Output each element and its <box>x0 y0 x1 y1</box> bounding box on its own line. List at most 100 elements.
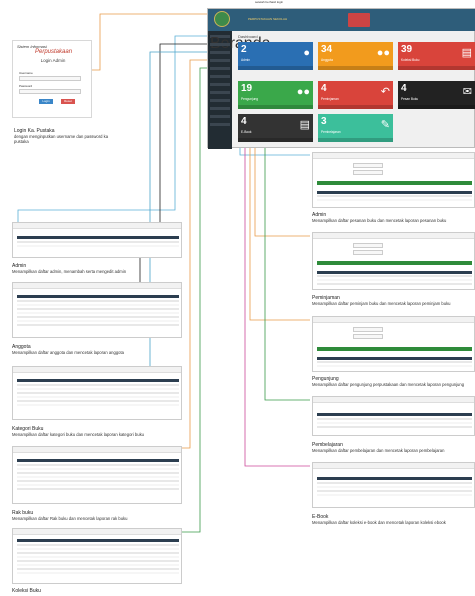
login-title: Login Admin <box>40 58 66 63</box>
table-row <box>17 384 179 386</box>
sidebar-item[interactable] <box>210 107 230 110</box>
tile-footer <box>238 138 313 142</box>
table-row <box>317 482 472 484</box>
sidebar-item[interactable] <box>210 59 230 62</box>
ebook-caption-desc: Menampilkan daftar koleksi e-book dan me… <box>312 520 446 525</box>
tile-label: Pembelajaran <box>321 130 341 134</box>
mail-icon: ✉ <box>462 86 472 98</box>
tile-label: Pesan Buku <box>401 97 419 101</box>
filter-field[interactable] <box>353 170 383 175</box>
tile-koleksi[interactable]: 39 Koleksi Buku ▤ <box>398 42 475 70</box>
sidebar-item[interactable] <box>210 91 230 94</box>
sidebar-item[interactable] <box>210 43 230 46</box>
sidebar-item[interactable] <box>210 51 230 54</box>
tile-peminjaman[interactable]: 4 Peminjaman ↶ <box>318 81 393 109</box>
peminjaman-caption-desc: Menampilkan daftar peminjam buku dan men… <box>312 301 451 306</box>
sidebar-item[interactable]: Beranda <box>210 35 271 52</box>
tile-value: 4 <box>321 83 327 94</box>
table-row <box>317 418 472 420</box>
table-row <box>317 486 472 488</box>
table-row <box>317 494 472 496</box>
report-title-bar <box>317 181 472 185</box>
panel-header <box>313 153 474 159</box>
table-row <box>17 552 179 554</box>
table-row <box>17 400 179 402</box>
reset-button[interactable]: Reset <box>61 99 75 104</box>
password-field[interactable] <box>19 89 81 94</box>
panel-header <box>13 283 181 289</box>
sidebar-item[interactable] <box>210 67 230 70</box>
filter-field[interactable] <box>353 243 383 248</box>
ebook-screenshot <box>312 462 475 508</box>
kategori-caption-desc: Menampilkan daftar kategori buku dan men… <box>12 432 144 437</box>
login-caption-desc: dengan menginputkan username dan passwor… <box>14 134 109 144</box>
panel-header <box>313 397 474 403</box>
dashboard-topbar: PERPUSTAKAAN SEKOLAH <box>208 9 475 31</box>
anggota-caption-desc: Menampilkan daftar anggota dan mencetak … <box>12 350 124 355</box>
login-brand: Sistem Informasi Perpustakaan <box>17 44 89 58</box>
tile-admin[interactable]: 2 Admin ● <box>238 42 313 70</box>
table-header <box>17 459 179 462</box>
tile-ebook[interactable]: 4 E-Book ▤ <box>238 114 313 142</box>
filter-field[interactable] <box>353 334 383 339</box>
table-header <box>317 271 472 274</box>
table-row <box>17 392 179 394</box>
tile-label: Koleksi Buku <box>401 58 420 62</box>
table-row <box>17 245 179 247</box>
tile-anggota[interactable]: 34 Anggota ●● <box>318 42 393 70</box>
filter-field[interactable] <box>353 250 383 255</box>
table-row <box>317 426 472 428</box>
username-field[interactable] <box>19 76 81 81</box>
reply-icon: ↶ <box>380 86 390 98</box>
panel-header <box>313 233 474 239</box>
table-row <box>317 195 472 197</box>
tile-pengunjung[interactable]: 19 Pengunjung ●● <box>238 81 313 109</box>
filter-field[interactable] <box>353 327 383 332</box>
rak-caption-desc: Menampilkan daftar Rak buku dan mencetak… <box>12 516 128 521</box>
report-title-bar <box>317 347 472 351</box>
table-row <box>17 488 179 490</box>
table-row <box>17 464 179 466</box>
pengunjung-screenshot <box>312 316 475 372</box>
group-icon: ●● <box>296 86 310 98</box>
sidebar-item[interactable] <box>210 83 230 86</box>
tile-label: E-Book <box>241 130 252 134</box>
table-row <box>17 388 179 390</box>
table-row <box>17 476 179 478</box>
table-row <box>317 361 472 363</box>
table-row <box>17 320 179 322</box>
app-title: PERPUSTAKAAN SEKOLAH <box>248 17 288 21</box>
tile-pesan[interactable]: 4 Pesan Buku ✉ <box>398 81 475 109</box>
admin-caption-desc: Menampilkan daftar admin, menambah serta… <box>12 269 127 274</box>
tile-value: 19 <box>241 83 253 94</box>
table-row <box>17 396 179 398</box>
tile-pembelajaran[interactable]: 3 Pembelajaran ✎ <box>318 114 393 142</box>
table-header <box>17 236 179 239</box>
table-row <box>17 308 179 310</box>
koleksi-screenshot <box>12 528 182 584</box>
table-row <box>17 556 179 558</box>
sidebar-item[interactable] <box>210 123 230 126</box>
table-row <box>317 283 472 285</box>
tile-label: Admin <box>241 58 251 62</box>
table-header <box>317 357 472 360</box>
table-header <box>317 477 472 480</box>
pesanan-caption-desc: Menampilkan daftar pesanan buku dan menc… <box>312 218 447 223</box>
sidebar-item[interactable] <box>210 75 230 78</box>
pencil-icon: ✎ <box>380 119 390 131</box>
sidebar-item[interactable] <box>210 99 230 102</box>
tile-footer <box>238 105 313 109</box>
table-row <box>317 199 472 201</box>
tile-footer <box>238 66 313 70</box>
table-row <box>317 279 472 281</box>
panel-header <box>13 529 181 535</box>
kategori-screenshot <box>12 366 182 420</box>
table-row <box>17 572 179 574</box>
login-button[interactable]: Login <box>39 99 53 104</box>
table-row <box>17 316 179 318</box>
tile-value: 2 <box>241 44 247 55</box>
sidebar-item[interactable] <box>210 115 230 118</box>
dashboard-screen: PERPUSTAKAAN SEKOLAH Beranda Dashboard 2… <box>207 8 475 149</box>
filter-field[interactable] <box>353 163 383 168</box>
tile-value: 39 <box>401 44 413 55</box>
